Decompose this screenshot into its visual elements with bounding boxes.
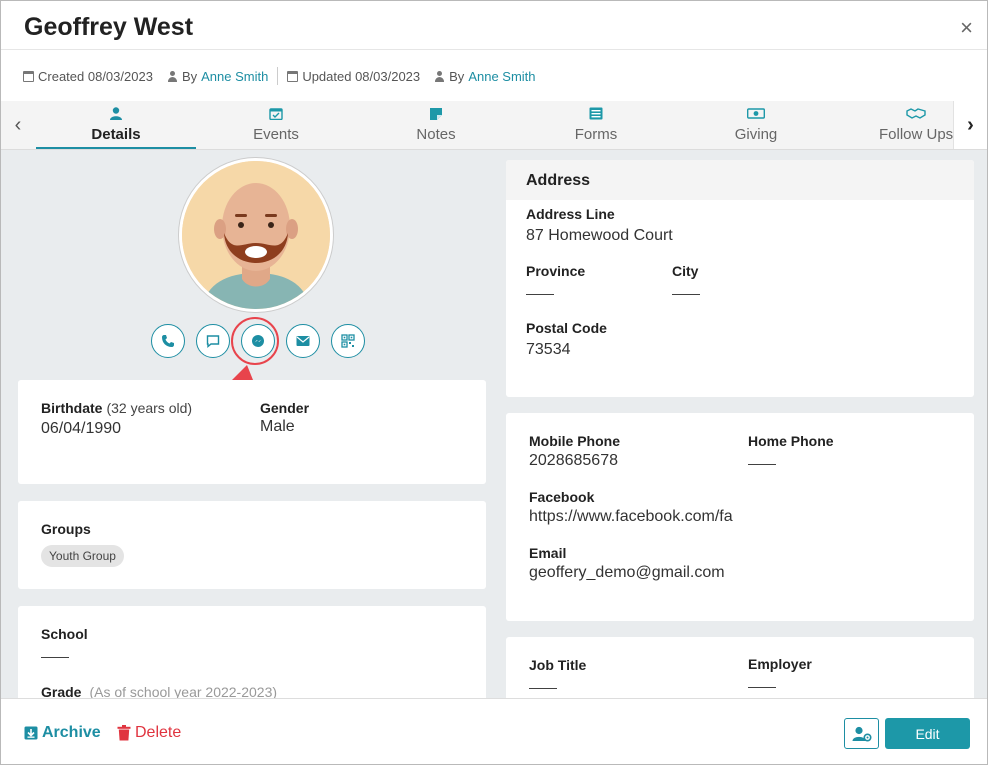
qr-code-button[interactable] bbox=[331, 324, 365, 358]
address-title: Address bbox=[506, 160, 974, 200]
home-phone-label: Home Phone bbox=[748, 433, 834, 449]
email-button[interactable] bbox=[286, 324, 320, 358]
tab-label: Details bbox=[91, 126, 141, 143]
tab-bar: ‹ Details Events Notes Forms Giving Foll… bbox=[1, 101, 987, 150]
manage-user-button[interactable] bbox=[844, 718, 879, 749]
qr-code-icon bbox=[341, 334, 355, 348]
grade-note: (As of school year 2022-2023) bbox=[89, 684, 278, 698]
address-line-label: Address Line bbox=[526, 206, 615, 222]
calendar-icon bbox=[23, 70, 34, 82]
page-title: Geoffrey West bbox=[24, 13, 194, 41]
employer-value: —— bbox=[748, 678, 776, 694]
delete-button[interactable]: Delete bbox=[117, 724, 181, 742]
tab-label: Notes bbox=[416, 126, 456, 143]
close-icon[interactable]: × bbox=[960, 17, 973, 39]
user-icon bbox=[167, 70, 178, 82]
user-icon bbox=[434, 70, 445, 82]
school-label: School bbox=[41, 626, 88, 642]
note-icon bbox=[430, 108, 442, 120]
facebook-label: Facebook bbox=[529, 489, 595, 505]
grade-label: Grade (As of school year 2022-2023) bbox=[41, 684, 278, 698]
tab-events[interactable]: Events bbox=[196, 101, 356, 149]
school-value: —— bbox=[41, 648, 69, 664]
tab-scroll-right-button[interactable]: › bbox=[953, 101, 987, 149]
tab-scroll-left-button[interactable]: ‹ bbox=[1, 101, 35, 149]
birthdate-value: 06/04/1990 bbox=[41, 420, 122, 437]
contact-card: Mobile Phone 2028685678 Home Phone —— Fa… bbox=[506, 413, 974, 621]
text-message-button[interactable] bbox=[196, 324, 230, 358]
avatar bbox=[179, 158, 333, 312]
groups-card: Groups Youth Group bbox=[18, 501, 486, 589]
avatar-illustration bbox=[182, 161, 330, 309]
updated-by-link[interactable]: Anne Smith bbox=[468, 69, 535, 84]
address-card: Address Address Line 87 Homewood Court P… bbox=[506, 160, 974, 397]
email-value[interactable]: geoffery_demo@gmail.com bbox=[529, 564, 725, 582]
message-icon bbox=[206, 335, 220, 348]
school-card: School —— Grade (As of school year 2022-2… bbox=[18, 606, 486, 698]
handshake-icon bbox=[906, 108, 926, 119]
tab-label: Forms bbox=[574, 126, 618, 143]
header-divider bbox=[1, 49, 987, 50]
tab-label: Giving bbox=[734, 126, 778, 143]
updated-by-prefix: By bbox=[449, 68, 465, 84]
money-icon bbox=[747, 108, 765, 119]
postal-code-label: Postal Code bbox=[526, 320, 607, 336]
group-chip[interactable]: Youth Group bbox=[41, 545, 124, 567]
tab-giving[interactable]: Giving bbox=[676, 101, 836, 149]
trash-icon bbox=[117, 725, 131, 741]
home-phone-value: —— bbox=[748, 455, 776, 471]
person-modal: Geoffrey West × Created 08/03/2023 By An… bbox=[0, 0, 988, 765]
archive-button[interactable]: Archive bbox=[24, 724, 101, 742]
highlight-ring bbox=[231, 317, 279, 365]
job-title-label: Job Title bbox=[529, 657, 587, 673]
delete-label: Delete bbox=[135, 724, 182, 741]
tab-label: Follow Ups bbox=[879, 126, 954, 143]
address-line-value: 87 Homewood Court bbox=[526, 227, 673, 244]
mobile-phone-value: 2028685678 bbox=[529, 452, 618, 469]
updated-date: Updated 08/03/2023 bbox=[302, 68, 421, 84]
calendar-icon bbox=[287, 70, 299, 82]
calendar-check-icon bbox=[269, 108, 283, 120]
record-meta: Created 08/03/2023 By Anne Smith Updated… bbox=[23, 67, 536, 85]
tab-notes[interactable]: Notes bbox=[356, 101, 516, 149]
city-value: —— bbox=[672, 285, 700, 301]
created-date: Created 08/03/2023 bbox=[38, 68, 153, 84]
phone-icon bbox=[162, 335, 174, 347]
city-label: City bbox=[672, 263, 699, 279]
archive-icon bbox=[24, 726, 38, 740]
work-card: Job Title —— Employer —— bbox=[506, 637, 974, 698]
tab-label: Events bbox=[253, 126, 299, 143]
gender-value: Male bbox=[260, 418, 295, 435]
facebook-value[interactable]: https://www.facebook.com/fa bbox=[529, 508, 733, 526]
gender-label: Gender bbox=[260, 400, 310, 416]
created-by-link[interactable]: Anne Smith bbox=[201, 69, 268, 84]
groups-label: Groups bbox=[41, 521, 91, 537]
email-icon bbox=[296, 336, 310, 346]
modal-footer: Archive Delete Edit bbox=[1, 698, 987, 764]
job-title-value: —— bbox=[529, 679, 557, 695]
meta-divider bbox=[277, 67, 279, 85]
archive-label: Archive bbox=[42, 724, 101, 741]
birthdate-label: Birthdate (32 years old) bbox=[41, 400, 193, 416]
employer-label: Employer bbox=[748, 656, 812, 672]
person-icon bbox=[110, 107, 122, 120]
postal-code-value: 73534 bbox=[526, 341, 571, 358]
edit-button[interactable]: Edit bbox=[885, 718, 970, 749]
province-label: Province bbox=[526, 263, 586, 279]
call-button[interactable] bbox=[151, 324, 185, 358]
tab-follow-ups[interactable]: Follow Ups bbox=[836, 101, 954, 149]
mobile-phone-label: Mobile Phone bbox=[529, 433, 620, 449]
email-label: Email bbox=[529, 545, 567, 561]
province-value: —— bbox=[526, 285, 554, 301]
list-icon bbox=[589, 107, 603, 120]
details-panel: Birthdate (32 years old) 06/04/1990 Gende… bbox=[1, 150, 987, 698]
user-settings-icon bbox=[852, 726, 872, 742]
tab-forms[interactable]: Forms bbox=[516, 101, 676, 149]
created-by-prefix: By bbox=[181, 68, 198, 84]
personal-info-card: Birthdate (32 years old) 06/04/1990 Gende… bbox=[18, 380, 486, 484]
tab-details[interactable]: Details bbox=[36, 101, 196, 149]
age-note: (32 years old) bbox=[106, 400, 193, 416]
